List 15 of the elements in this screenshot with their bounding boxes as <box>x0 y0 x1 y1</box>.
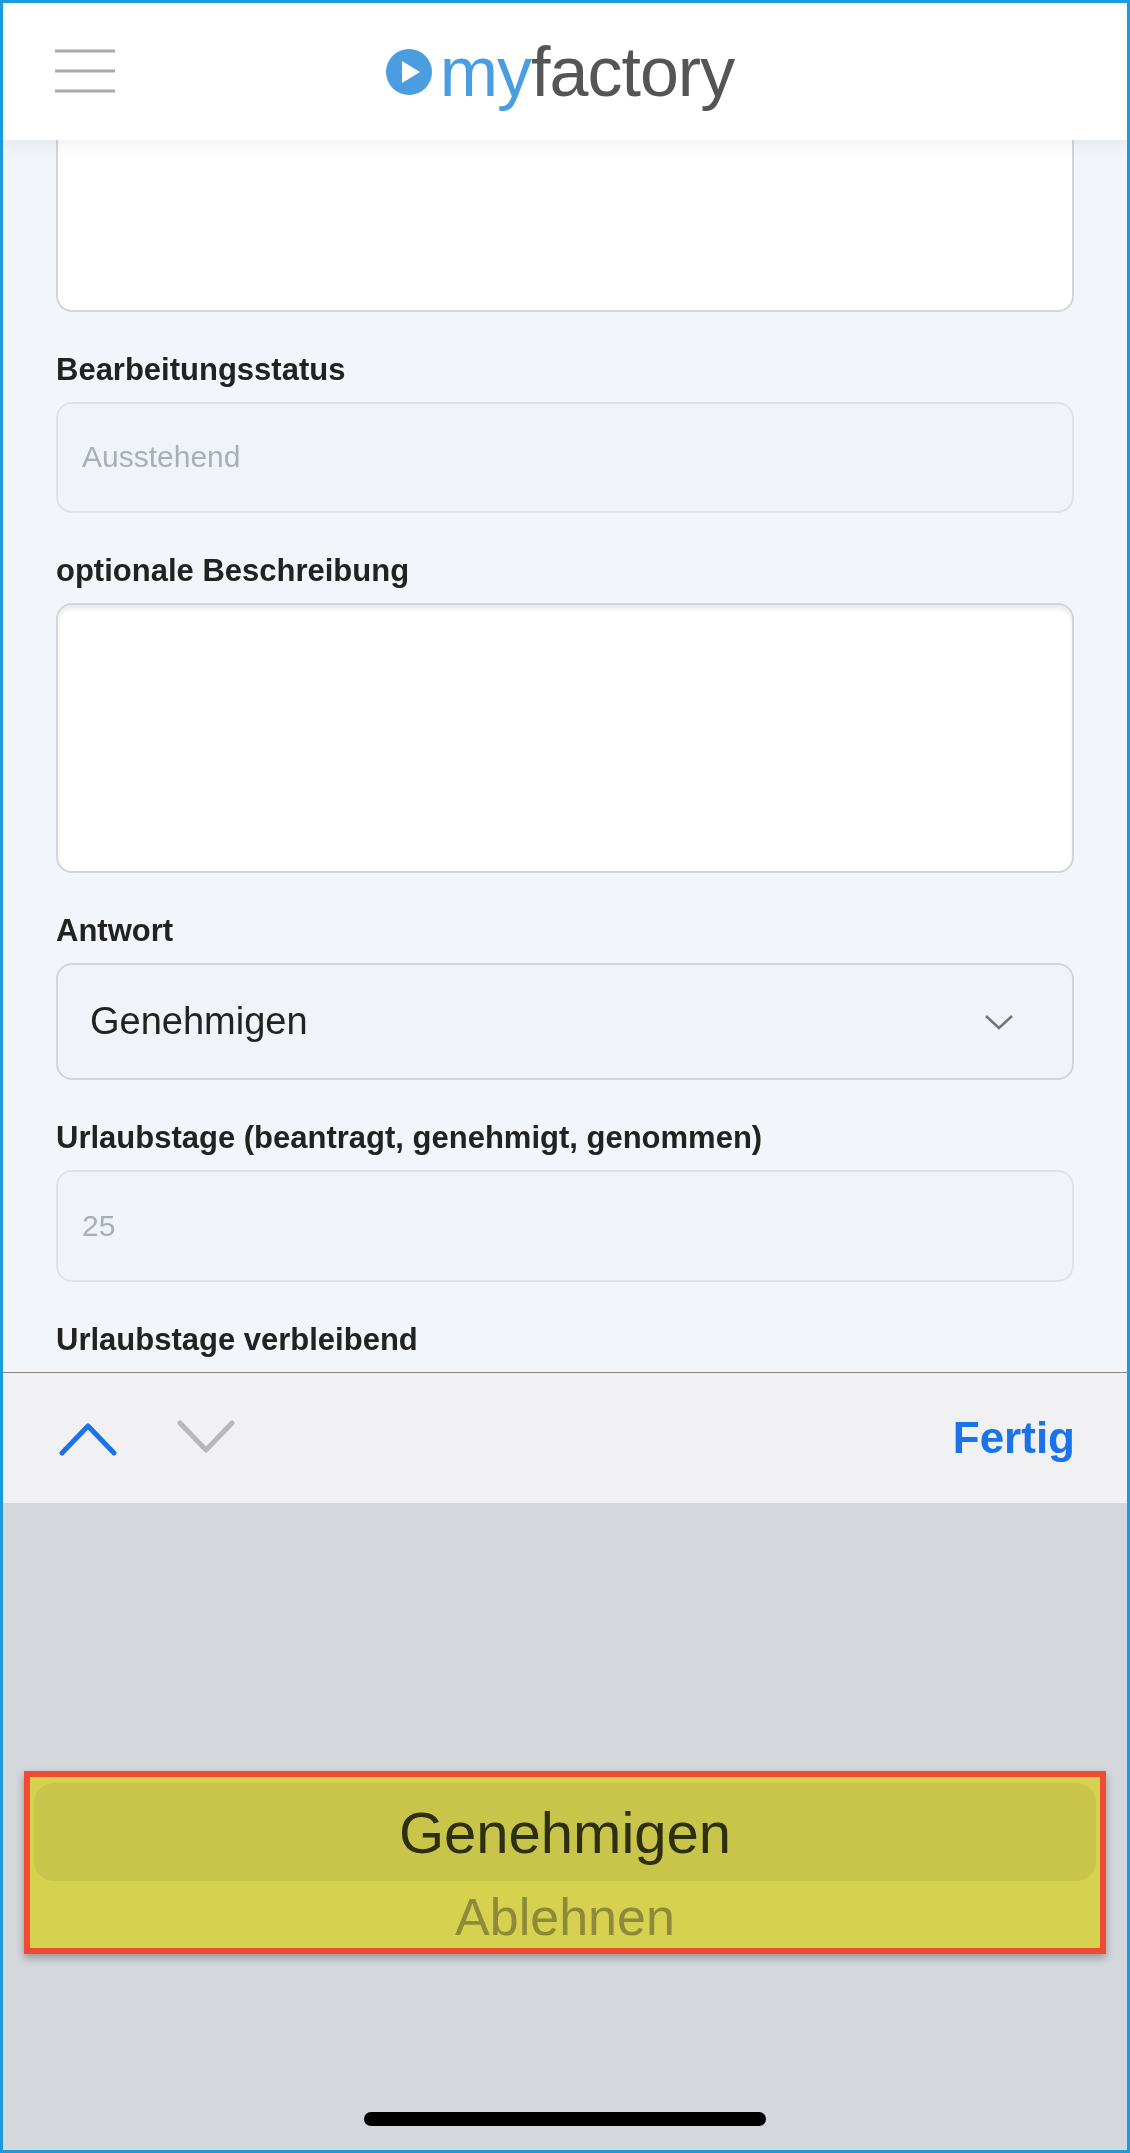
field-label: Antwort <box>56 913 175 949</box>
chevron-up-icon[interactable] <box>59 1420 117 1456</box>
picker-option[interactable]: Genehmigen <box>34 1783 1096 1881</box>
field-label: Bearbeitungsstatus <box>56 351 347 388</box>
picker-option[interactable]: Ablehnen <box>34 1881 1096 1948</box>
select-field[interactable]: Genehmigen <box>56 963 1074 1081</box>
menu-icon[interactable] <box>55 49 115 93</box>
field-label: Urlaubstage verbleibend <box>56 1322 419 1358</box>
done-button[interactable]: Fertig <box>952 1413 1075 1463</box>
play-icon <box>385 48 432 95</box>
caret-icon <box>984 1013 1014 1030</box>
text-area[interactable] <box>56 140 1074 312</box>
field-label: optionale Beschreibung <box>56 553 411 590</box>
text-area[interactable] <box>56 603 1074 873</box>
field-label: Urlaubstage (beantragt, genehmigt, genommen) <box>56 1120 764 1157</box>
